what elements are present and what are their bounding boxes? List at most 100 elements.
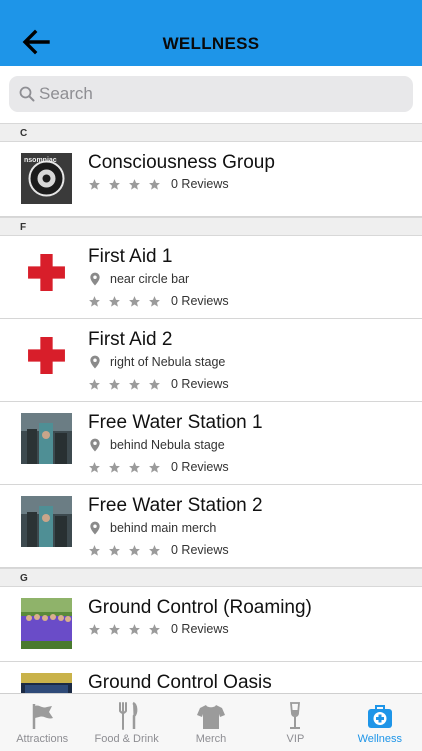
star-icon — [108, 461, 121, 474]
review-count: 0 Reviews — [171, 460, 229, 474]
location-pin-icon — [90, 438, 100, 452]
tab-label: Wellness — [357, 733, 403, 745]
location-text: right of Nebula stage — [110, 355, 226, 369]
location: behind Nebula stage — [88, 437, 225, 453]
group-photo-thumbnail — [21, 598, 72, 649]
search-field[interactable] — [9, 76, 413, 112]
oasis-photo-thumbnail — [21, 673, 72, 693]
water-station-photo-thumbnail — [21, 496, 72, 547]
location-text: behind main merch — [110, 521, 217, 535]
star-icon — [128, 295, 141, 308]
fork-knife-icon — [118, 701, 137, 730]
tab-attractions[interactable]: Attractions — [0, 694, 84, 751]
star-rating — [88, 178, 161, 191]
tab-label: Attractions — [16, 733, 69, 745]
list-item-first-aid-2[interactable]: First Aid 2 right of Nebula stage 0 Revi… — [0, 319, 422, 402]
star-icon — [128, 378, 141, 391]
section-header-c: C — [0, 123, 422, 142]
list-item-free-water-station-1[interactable]: Free Water Station 1 behind Nebula stage… — [0, 402, 422, 485]
item-title: Free Water Station 1 — [88, 412, 263, 433]
rating: 0 Reviews — [88, 294, 229, 308]
review-count: 0 Reviews — [171, 294, 229, 308]
wellness-list[interactable]: C nsomniac Consciousness Group 0 Reviews… — [0, 123, 422, 693]
star-icon — [148, 378, 161, 391]
red-cross-thumbnail — [21, 247, 72, 298]
star-icon — [128, 178, 141, 191]
star-rating — [88, 378, 161, 391]
star-icon — [88, 178, 101, 191]
location: behind main merch — [88, 520, 216, 536]
svg-text:nsomniac: nsomniac — [24, 157, 57, 164]
star-icon — [148, 461, 161, 474]
location-text: behind Nebula stage — [110, 438, 225, 452]
review-count: 0 Reviews — [171, 377, 229, 391]
list-item-free-water-station-2[interactable]: Free Water Station 2 behind main merch 0… — [0, 485, 422, 568]
star-icon — [128, 623, 141, 636]
item-title: Consciousness Group — [88, 152, 275, 173]
star-icon — [148, 178, 161, 191]
app-header: WELLNESS — [0, 0, 422, 66]
list-item-consciousness-group[interactable]: nsomniac Consciousness Group 0 Reviews — [0, 142, 422, 217]
search-icon — [19, 86, 35, 102]
tab-wellness[interactable]: Wellness — [338, 694, 422, 751]
list-item-ground-control-roaming[interactable]: Ground Control (Roaming) 0 Reviews — [0, 587, 422, 662]
star-icon — [108, 178, 121, 191]
location-text: near circle bar — [110, 272, 190, 286]
tab-label: Merch — [195, 733, 227, 745]
location: right of Nebula stage — [88, 354, 225, 370]
star-icon — [108, 378, 121, 391]
water-station-photo-thumbnail — [21, 413, 72, 464]
location-pin-icon — [90, 355, 100, 369]
search-bar — [0, 66, 422, 123]
review-count: 0 Reviews — [171, 177, 229, 191]
tab-vip[interactable]: VIP — [253, 694, 337, 751]
star-icon — [108, 544, 121, 557]
item-title: First Aid 2 — [88, 329, 173, 350]
star-icon — [148, 623, 161, 636]
insomniac-logo-thumbnail: nsomniac — [21, 153, 72, 204]
star-icon — [128, 461, 141, 474]
item-title: Ground Control Oasis — [88, 672, 272, 693]
star-icon — [108, 623, 121, 636]
page-title: WELLNESS — [162, 34, 260, 53]
star-icon — [88, 295, 101, 308]
tab-food-drink[interactable]: Food & Drink — [84, 694, 168, 751]
star-rating — [88, 461, 161, 474]
location-pin-icon — [90, 272, 100, 286]
star-icon — [148, 544, 161, 557]
list-item-ground-control-oasis[interactable]: Ground Control Oasis — [0, 662, 422, 693]
rating: 0 Reviews — [88, 177, 229, 191]
star-icon — [88, 461, 101, 474]
tab-bar: Attractions Food & Drink Merch VIP Welln… — [0, 693, 422, 751]
star-rating — [88, 295, 161, 308]
review-count: 0 Reviews — [171, 543, 229, 557]
star-icon — [148, 295, 161, 308]
star-icon — [88, 623, 101, 636]
star-icon — [88, 378, 101, 391]
rating: 0 Reviews — [88, 377, 229, 391]
star-rating — [88, 544, 161, 557]
star-icon — [108, 295, 121, 308]
item-title: Free Water Station 2 — [88, 495, 263, 516]
location: near circle bar — [88, 271, 189, 287]
star-rating — [88, 623, 161, 636]
list-item-first-aid-1[interactable]: First Aid 1 near circle bar 0 Reviews — [0, 236, 422, 319]
shirt-icon — [197, 705, 226, 729]
rating: 0 Reviews — [88, 543, 229, 557]
tab-label: VIP — [286, 733, 305, 745]
star-icon — [128, 544, 141, 557]
review-count: 0 Reviews — [171, 622, 229, 636]
rating: 0 Reviews — [88, 622, 229, 636]
section-header-f: F — [0, 217, 422, 236]
flag-icon — [32, 704, 54, 729]
rating: 0 Reviews — [88, 460, 229, 474]
first-aid-kit-icon — [367, 705, 392, 728]
location-pin-icon — [90, 521, 100, 535]
champagne-icon — [290, 702, 301, 729]
tab-merch[interactable]: Merch — [169, 694, 253, 751]
tab-label: Food & Drink — [94, 733, 159, 745]
search-input[interactable] — [39, 76, 399, 112]
item-title: Ground Control (Roaming) — [88, 597, 312, 618]
section-header-g: G — [0, 568, 422, 587]
red-cross-thumbnail — [21, 330, 72, 381]
